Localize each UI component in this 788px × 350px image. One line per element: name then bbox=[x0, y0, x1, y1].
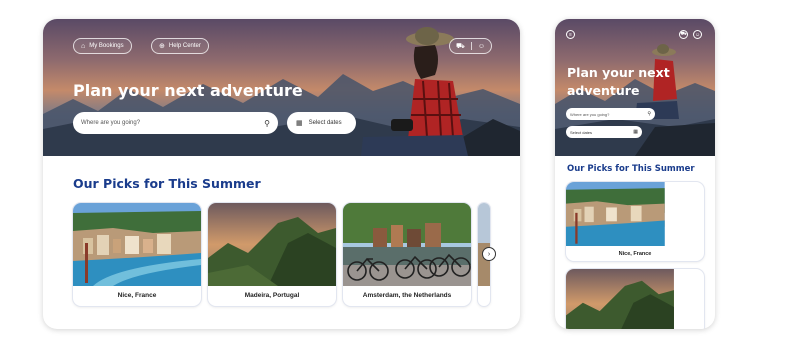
nice-photo bbox=[566, 182, 665, 246]
menu-icon[interactable]: ≡ bbox=[566, 30, 575, 39]
cart-icon[interactable]: ⛟ bbox=[456, 43, 465, 50]
globe-icon: ⊕ bbox=[159, 42, 165, 50]
partial-photo bbox=[478, 203, 490, 286]
card-caption: Amsterdam, the Netherlands bbox=[362, 292, 452, 299]
search-placeholder: Where are you going? bbox=[570, 111, 610, 117]
card-caption: Madeira, Portugal bbox=[244, 292, 300, 299]
card-caption: Nice, France bbox=[117, 292, 157, 299]
my-bookings-button[interactable]: ⌂ My Bookings bbox=[73, 38, 132, 54]
select-dates-button[interactable]: Select dates ▦ bbox=[566, 126, 642, 138]
mobile-mockup: ≡ ⛟ ☺ Plan your next adventure Where are… bbox=[555, 19, 715, 329]
section-title: Our Picks for This Summer bbox=[567, 164, 695, 174]
hero-title: Plan your next adventure bbox=[567, 65, 670, 98]
nice-photo bbox=[73, 203, 201, 286]
amsterdam-photo bbox=[343, 203, 471, 286]
search-icon[interactable]: ⚲ bbox=[647, 111, 651, 117]
help-center-button[interactable]: ⊕ Help Center bbox=[151, 38, 209, 54]
madeira-photo bbox=[208, 203, 336, 286]
cart-icon[interactable]: ⛟ bbox=[679, 30, 688, 39]
destination-card-madeira[interactable] bbox=[566, 269, 704, 329]
cart-account-group: ⛟ ☺ bbox=[449, 38, 492, 54]
search-input[interactable]: Where are you going? ⚲ bbox=[73, 112, 278, 134]
search-placeholder: Where are you going? bbox=[81, 120, 141, 126]
calendar-icon: ▦ bbox=[633, 129, 638, 135]
suitcase-icon: ⌂ bbox=[81, 42, 86, 50]
destination-card-nice[interactable]: Nice, France bbox=[566, 182, 704, 261]
user-icon[interactable]: ☺ bbox=[478, 43, 485, 50]
hero-banner: ⌂ My Bookings ⊕ Help Center ⛟ ☺ Plan you… bbox=[43, 19, 520, 156]
chevron-right-icon: › bbox=[487, 250, 491, 258]
divider bbox=[470, 42, 472, 50]
destination-card-madeira[interactable]: Madeira, Portugal bbox=[208, 203, 336, 306]
destination-card-amsterdam[interactable]: Amsterdam, the Netherlands bbox=[343, 203, 471, 306]
my-bookings-label: My Bookings bbox=[89, 43, 124, 49]
madeira-photo bbox=[566, 269, 674, 329]
search-icon[interactable]: ⚲ bbox=[264, 119, 270, 128]
help-center-label: Help Center bbox=[168, 43, 201, 49]
next-slide-button[interactable]: › bbox=[482, 247, 496, 261]
hero-title: Plan your next adventure bbox=[73, 81, 303, 100]
select-dates-button[interactable]: ▦ Select dates bbox=[287, 112, 356, 134]
card-caption: Nice, France bbox=[618, 251, 652, 257]
hero-banner: ≡ ⛟ ☺ Plan your next adventure Where are… bbox=[555, 19, 715, 156]
user-icon[interactable]: ☺ bbox=[693, 30, 702, 39]
destination-card-nice[interactable]: Nice, France bbox=[73, 203, 201, 306]
select-dates-label: Select dates bbox=[570, 129, 593, 135]
search-input[interactable]: Where are you going? ⚲ bbox=[566, 108, 655, 120]
calendar-icon: ▦ bbox=[296, 120, 303, 127]
section-title: Our Picks for This Summer bbox=[73, 176, 261, 191]
desktop-mockup: ⌂ My Bookings ⊕ Help Center ⛟ ☺ Plan you… bbox=[43, 19, 520, 329]
select-dates-label: Select dates bbox=[308, 120, 342, 126]
